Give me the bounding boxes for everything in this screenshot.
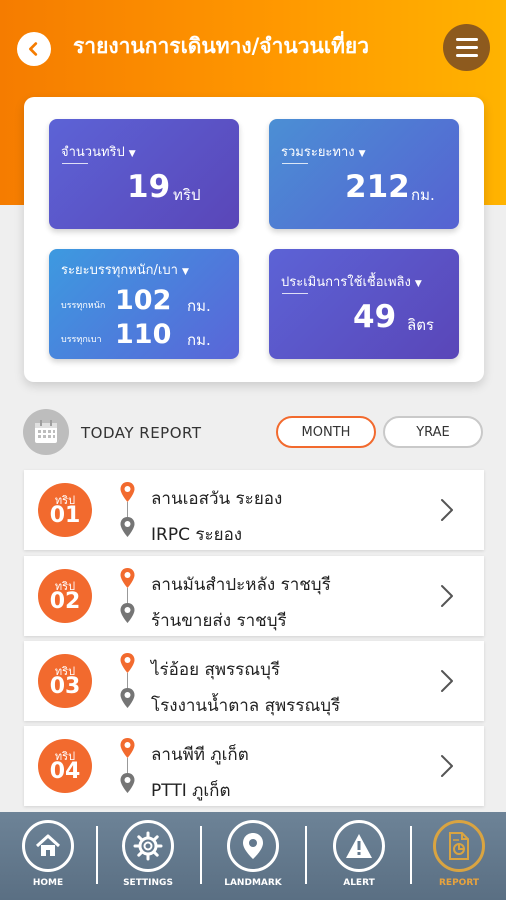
calendar-button[interactable] [23, 409, 69, 455]
trip-origin: ลานเอสวัน ระยอง [151, 489, 283, 509]
heavy-load-unit: กม. [187, 297, 211, 315]
month-tab[interactable]: MONTH [276, 416, 376, 448]
settings-button[interactable] [122, 820, 174, 872]
nav-divider [200, 826, 202, 884]
distance-card[interactable]: รวมระยะทาง ▼ 212 กม. [269, 119, 459, 229]
trip-number: 04 [49, 759, 81, 784]
nav-landmark[interactable]: LANDMARK [213, 820, 293, 898]
fuel-unit: ลิตร [407, 316, 434, 334]
distance-unit: กม. [411, 186, 435, 204]
alert-button[interactable] [333, 820, 385, 872]
destination-pin-icon [120, 517, 135, 537]
divider [282, 293, 308, 294]
trip-count-dropdown[interactable]: จำนวนทริป ▼ [61, 141, 136, 162]
trip-origin: ไร่อ้อย สุพรรณบุรี [151, 660, 281, 680]
nav-settings-label: SETTINGS [123, 878, 173, 888]
back-button[interactable] [17, 32, 51, 66]
heavy-load-value: 102 [115, 285, 172, 316]
trip-count-value: 19 [127, 169, 171, 205]
trip-count-card[interactable]: จำนวนทริป ▼ 19 ทริป [49, 119, 239, 229]
gear-icon [133, 831, 163, 861]
nav-alert[interactable]: ALERT [319, 820, 399, 898]
trip-row[interactable]: ทริป 04 ลานพีที ภูเก็ต PTTI ภูเก็ต [24, 726, 484, 806]
nav-home-label: HOME [32, 878, 64, 888]
today-report-label: TODAY REPORT [81, 424, 202, 442]
map-pin-icon [243, 833, 263, 859]
destination-pin-icon [120, 773, 135, 793]
origin-pin-icon [120, 653, 135, 673]
year-tab[interactable]: YRAE [383, 416, 483, 448]
trip-destination: โรงงานน้ำตาล สุพรรณบุรี [151, 696, 341, 716]
load-card[interactable]: ระยะบรรทุกหนัก/เบา ▼ บรรทุกหนัก 102 กม. บ… [49, 249, 239, 359]
nav-home[interactable]: HOME [8, 820, 88, 898]
destination-pin-icon [120, 603, 135, 623]
trip-badge: ทริป 02 [38, 569, 92, 623]
chevron-right-icon[interactable] [440, 584, 454, 608]
back-arrow-icon [29, 42, 38, 56]
top-bar: รายงานการเดินทาง/จำนวนเที่ยว [0, 0, 506, 96]
bottom-navigation: HOME SETTINGS LANDMARK ALERT REPORT [0, 812, 506, 900]
nav-alert-label: ALERT [343, 878, 375, 888]
report-button[interactable] [433, 820, 485, 872]
load-dropdown[interactable]: ระยะบรรทุกหนัก/เบา ▼ [61, 259, 189, 280]
nav-divider [305, 826, 307, 884]
nav-settings[interactable]: SETTINGS [108, 820, 188, 898]
chevron-right-icon[interactable] [440, 669, 454, 693]
destination-pin-icon [120, 688, 135, 708]
trip-count-unit: ทริป [173, 186, 201, 204]
trip-destination: PTTI ภูเก็ต [151, 781, 231, 801]
menu-button[interactable] [443, 24, 490, 71]
trip-badge: ทริป 01 [38, 483, 92, 537]
chevron-right-icon[interactable] [440, 498, 454, 522]
heavy-load-label: บรรทุกหนัก [61, 301, 106, 311]
trip-number: 02 [49, 589, 81, 614]
trip-row[interactable]: ทริป 03 ไร่อ้อย สุพรรณบุรี โรงงานน้ำตาล … [24, 641, 484, 721]
origin-pin-icon [120, 482, 135, 502]
trip-number: 03 [49, 674, 81, 699]
warning-icon [346, 834, 372, 858]
nav-divider [410, 826, 412, 884]
landmark-button[interactable] [227, 820, 279, 872]
origin-pin-icon [120, 568, 135, 588]
distance-dropdown[interactable]: รวมระยะทาง ▼ [281, 141, 366, 162]
fuel-dropdown[interactable]: ประเมินการใช้เชื้อเพลิง ▼ [281, 271, 422, 292]
trip-row[interactable]: ทริป 01 ลานเอสวัน ระยอง IRPC ระยอง [24, 470, 484, 550]
divider [62, 163, 88, 164]
trip-destination: ร้านขายส่ง ราชบุรี [151, 611, 287, 631]
light-load-value: 110 [115, 319, 172, 350]
fuel-card[interactable]: ประเมินการใช้เชื้อเพลิง ▼ 49 ลิตร [269, 249, 459, 359]
trip-destination: IRPC ระยอง [151, 525, 243, 545]
nav-landmark-label: LANDMARK [224, 878, 282, 888]
trip-badge: ทริป 04 [38, 739, 92, 793]
caret-down-icon: ▼ [414, 279, 422, 289]
report-document-icon [449, 832, 469, 860]
trip-badge: ทริป 03 [38, 654, 92, 708]
home-icon [35, 834, 61, 856]
nav-report[interactable]: REPORT [419, 820, 499, 898]
nav-divider [96, 826, 98, 884]
report-filter-bar: TODAY REPORT MONTH YRAE [0, 405, 506, 461]
trip-number: 01 [49, 503, 81, 528]
caret-down-icon: ▼ [128, 149, 136, 159]
summary-card: จำนวนทริป ▼ 19 ทริป รวมระยะทาง ▼ 212 กม. ร… [24, 97, 484, 382]
chevron-right-icon[interactable] [440, 754, 454, 778]
page-title: รายงานการเดินทาง/จำนวนเที่ยว [73, 34, 370, 58]
hamburger-menu-icon [455, 38, 478, 41]
trip-row[interactable]: ทริป 02 ลานมันสำปะหลัง ราชบุรี ร้านขายส่… [24, 556, 484, 636]
nav-report-label: REPORT [439, 878, 479, 888]
fuel-value: 49 [353, 299, 397, 335]
caret-down-icon: ▼ [358, 149, 366, 159]
caret-down-icon: ▼ [181, 267, 189, 277]
trip-origin: ลานมันสำปะหลัง ราชบุรี [151, 575, 331, 595]
light-load-unit: กม. [187, 331, 211, 349]
trip-origin: ลานพีที ภูเก็ต [151, 745, 249, 765]
calendar-icon [35, 420, 57, 443]
origin-pin-icon [120, 738, 135, 758]
light-load-label: บรรทุกเบา [61, 335, 102, 345]
home-button[interactable] [22, 820, 74, 872]
distance-value: 212 [345, 169, 410, 205]
divider [282, 163, 308, 164]
